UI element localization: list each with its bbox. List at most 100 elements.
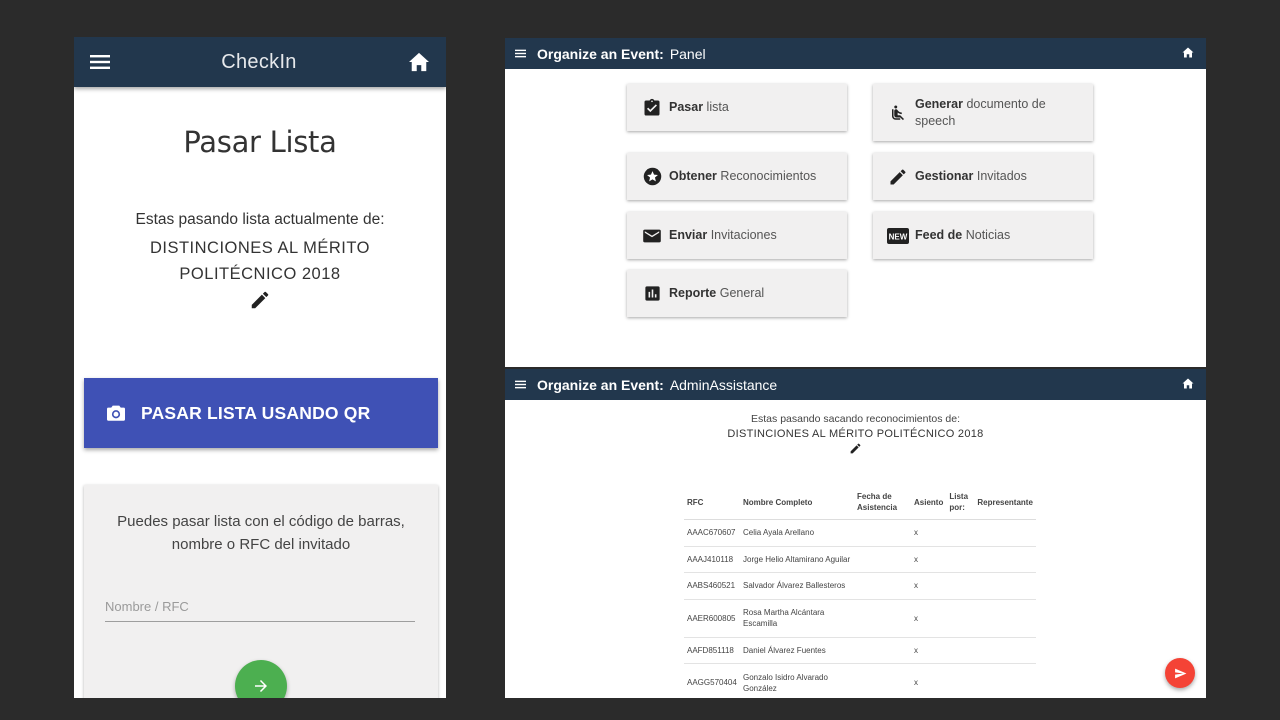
home-icon[interactable] bbox=[408, 52, 430, 72]
cell-seat: x bbox=[911, 663, 947, 698]
cell-name: Celia Ayala Arellano bbox=[740, 519, 854, 547]
cell-seat: x bbox=[911, 572, 947, 600]
attendance-table: RFC Nombre Completo Fecha de Asistencia A… bbox=[684, 487, 1036, 698]
cell-list bbox=[946, 519, 975, 547]
event-name-line1: DISTINCIONES AL MÉRITO bbox=[149, 239, 371, 257]
admin-title-bold: Organize an Event: bbox=[537, 376, 664, 393]
app-title: CheckIn bbox=[221, 50, 297, 73]
cell-rep bbox=[974, 637, 1036, 664]
cell-date bbox=[854, 546, 911, 573]
table-row[interactable]: AAAJ410118 Jorge Helio Altamirano Aguila… bbox=[684, 546, 1036, 573]
cell-seat: x bbox=[911, 519, 947, 547]
table-row[interactable]: AAER600805 Rosa Martha Alcántara Escamill… bbox=[684, 599, 1036, 638]
admin-subtitle: Estas pasando sacando reconocimientos de… bbox=[751, 413, 960, 425]
col-header-list[interactable]: Lista por: bbox=[946, 487, 975, 520]
cell-name: Gonzalo Isidro Alvarado González bbox=[740, 663, 854, 698]
mail-icon bbox=[641, 228, 663, 244]
cell-date bbox=[854, 572, 911, 600]
col-header-name[interactable]: Nombre Completo bbox=[740, 487, 854, 520]
col-header-seat[interactable]: Asiento bbox=[911, 487, 947, 520]
panel-window: Organize an Event: Panel Pasar lista Gen… bbox=[505, 38, 1206, 367]
search-submit-button[interactable] bbox=[235, 660, 287, 698]
search-instructions-line1: Puedes pasar lista con el código de barr… bbox=[117, 513, 405, 530]
hamburger-menu-icon[interactable] bbox=[90, 54, 110, 70]
table-row[interactable]: AAGG570404 Gonzalo Isidro Alvarado Gonzál… bbox=[684, 663, 1036, 698]
home-icon[interactable] bbox=[1182, 47, 1194, 58]
cell-list bbox=[946, 572, 975, 600]
tile-label-bold: Enviar bbox=[669, 228, 708, 242]
event-name: DISTINCIONES AL MÉRITO POLITÉCNICO 2018 bbox=[74, 235, 446, 287]
col-header-rep[interactable]: Representante bbox=[974, 487, 1036, 520]
table-header-row: RFC Nombre Completo Fecha de Asistencia A… bbox=[684, 487, 1036, 520]
tile-enviar-invitaciones[interactable]: Enviar Invitaciones bbox=[627, 212, 847, 259]
cell-seat: x bbox=[911, 599, 947, 638]
cell-rfc: AABS460521 bbox=[684, 572, 740, 600]
camera-icon bbox=[106, 404, 126, 422]
admin-assistance-window: Organize an Event: AdminAssistance Estas… bbox=[505, 369, 1206, 698]
send-fab-button[interactable] bbox=[1165, 658, 1195, 688]
col-header-date[interactable]: Fecha de Asistencia bbox=[854, 487, 911, 520]
name-rfc-input[interactable] bbox=[105, 592, 415, 622]
cell-name-l2: González bbox=[743, 683, 777, 693]
cell-name: Rosa Martha Alcántara Escamilla bbox=[740, 599, 854, 638]
tile-feed-noticias[interactable]: NEW Feed de Noticias bbox=[873, 212, 1093, 259]
search-instructions-line2: nombre o RFC del invitado bbox=[171, 536, 351, 553]
panel-app-bar: Organize an Event: Panel bbox=[505, 38, 1206, 69]
tile-pasar-lista[interactable]: Pasar lista bbox=[627, 84, 847, 131]
col-header-list-l2: por: bbox=[949, 503, 965, 512]
scan-qr-button[interactable]: PASAR LISTA USANDO QR bbox=[84, 378, 438, 448]
tile-obtener-reconocimientos[interactable]: Obtener Reconocimientos bbox=[627, 153, 847, 200]
admin-title-section: AdminAssistance bbox=[669, 376, 778, 393]
table-row[interactable]: AAAC670607 Celia Ayala Arellano x bbox=[684, 519, 1036, 547]
panel-title-section: Panel bbox=[669, 45, 706, 62]
cell-rep bbox=[974, 599, 1036, 638]
tile-label-bold: Gestionar bbox=[915, 169, 974, 183]
tile-label-rest: General bbox=[719, 286, 765, 300]
bar-chart-icon bbox=[641, 284, 663, 303]
col-header-date-l1: Fecha de bbox=[857, 492, 892, 501]
tile-gestionar-invitados[interactable]: Gestionar Invitados bbox=[873, 153, 1093, 200]
hamburger-menu-icon[interactable] bbox=[515, 380, 526, 389]
edit-pencil-icon[interactable] bbox=[249, 289, 271, 311]
scan-qr-label: PASAR LISTA USANDO QR bbox=[141, 402, 371, 423]
cell-date bbox=[854, 637, 911, 664]
tile-generar-speech[interactable]: Generar documento de speech bbox=[873, 84, 1093, 141]
col-header-date-l2: Asistencia bbox=[857, 503, 898, 512]
cell-list bbox=[946, 599, 975, 638]
col-header-list-l1: Lista bbox=[949, 492, 969, 501]
clipboard-check-icon bbox=[641, 98, 663, 118]
tile-reporte-general[interactable]: Reporte General bbox=[627, 270, 847, 317]
cell-date bbox=[854, 663, 911, 698]
tile-label-rest: Invitados bbox=[976, 169, 1027, 183]
send-icon bbox=[1174, 667, 1187, 680]
cell-name: Daniel Álvarez Fuentes bbox=[740, 637, 854, 664]
cell-rfc: AAFD851118 bbox=[684, 637, 740, 664]
table-row[interactable]: AAFD851118 Daniel Álvarez Fuentes x bbox=[684, 637, 1036, 664]
cell-list bbox=[946, 546, 975, 573]
cell-name-l1: Gonzalo Isidro Alvarado bbox=[743, 672, 828, 682]
cell-seat: x bbox=[911, 637, 947, 664]
table-row[interactable]: AABS460521 Salvador Álvarez Ballesteros … bbox=[684, 572, 1036, 600]
tile-label-rest-line2: speech bbox=[915, 113, 956, 128]
cell-rfc: AAGG570404 bbox=[684, 663, 740, 698]
col-header-rfc[interactable]: RFC bbox=[684, 487, 740, 520]
cell-rep bbox=[974, 546, 1036, 573]
admin-event-name: DISTINCIONES AL MÉRITO POLITÉCNICO 2018 bbox=[727, 428, 984, 440]
tile-label-bold: Feed de bbox=[915, 228, 963, 242]
cell-date bbox=[854, 519, 911, 547]
tile-label-bold: Reporte bbox=[669, 286, 717, 300]
page-title: Pasar Lista bbox=[183, 125, 337, 159]
cell-list bbox=[946, 637, 975, 664]
pencil-icon bbox=[887, 167, 909, 187]
hamburger-menu-icon[interactable] bbox=[515, 49, 526, 58]
cell-rep bbox=[974, 663, 1036, 698]
cell-rfc: AAAJ410118 bbox=[684, 546, 740, 573]
cell-list bbox=[946, 663, 975, 698]
cell-rfc: AAAC670607 bbox=[684, 519, 740, 547]
home-icon[interactable] bbox=[1182, 378, 1194, 389]
edit-pencil-icon[interactable] bbox=[849, 442, 862, 455]
event-name-line2: POLITÉCNICO 2018 bbox=[179, 265, 341, 283]
cell-rfc: AAER600805 bbox=[684, 599, 740, 638]
cell-name: Jorge Helio Altamirano Aguilar bbox=[740, 546, 854, 573]
tile-label-rest: documento de bbox=[966, 96, 1046, 111]
